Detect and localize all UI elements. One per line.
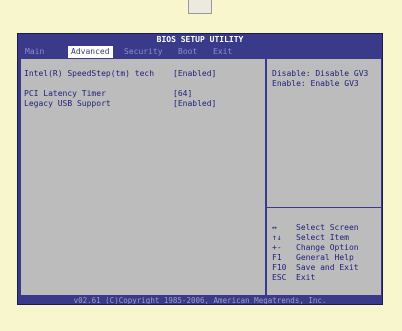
bios-title: BIOS SETUP UTILITY (156, 35, 244, 44)
menu-tab-main[interactable]: Main (22, 46, 47, 58)
menu-tab-exit[interactable]: Exit (210, 46, 235, 58)
help-text-line: Enable: Enable GV3 (272, 79, 359, 88)
key-hint-key: F1 (272, 253, 282, 262)
setting-row-speedstep[interactable]: Intel(R) SpeedStep(tm) tech [Enabled] (24, 69, 262, 79)
setting-row-pci-latency[interactable]: PCI Latency Timer [64] (24, 89, 262, 99)
key-hint-key: +- (272, 243, 282, 252)
window-tab-notch (188, 0, 212, 14)
key-hint-desc: Select Item (296, 233, 349, 242)
setting-value[interactable]: [Enabled] (173, 69, 216, 79)
menu-tab-advanced[interactable]: Advanced (68, 46, 113, 58)
arrows-left-right-icon: ↔ (272, 223, 277, 232)
help-divider (267, 207, 381, 208)
help-text-line: Disable: Disable GV3 (272, 69, 369, 78)
setting-label: Legacy USB Support (24, 99, 111, 108)
menu-tab-boot[interactable]: Boot (175, 46, 200, 58)
arrows-up-down-icon: ↑↓ (272, 233, 282, 242)
setting-value[interactable]: [Enabled] (173, 99, 216, 109)
help-panel: Disable: Disable GV3 Enable: Enable GV3 … (266, 58, 382, 296)
menu-bar: Main Advanced Security Boot Exit (18, 46, 382, 58)
key-hint-desc: Select Screen (296, 223, 359, 232)
key-hint-desc: Exit (296, 273, 316, 282)
key-hint-row: ↑↓ Select Item (272, 233, 380, 243)
setting-label: Intel(R) SpeedStep(tm) tech (24, 69, 155, 78)
settings-panel: Intel(R) SpeedStep(tm) tech [Enabled] PC… (20, 58, 266, 296)
key-hint-desc: General Help (296, 253, 354, 262)
key-hint-key: ESC (272, 273, 287, 282)
key-hint-row: ↔ Select Screen (272, 223, 380, 233)
bios-setup-screen: BIOS SETUP UTILITY Main Advanced Securit… (17, 33, 383, 305)
key-hint-desc: Save and Exit (296, 263, 359, 272)
key-hint-key: F10 (272, 263, 287, 272)
setting-row-legacy-usb[interactable]: Legacy USB Support [Enabled] (24, 99, 262, 109)
key-hint-row: ESC Exit (272, 273, 380, 283)
key-hint-desc: Change Option (296, 243, 359, 252)
setting-value[interactable]: [64] (173, 89, 192, 99)
key-hint-row: +- Change Option (272, 243, 380, 253)
key-hint-row: F10 Save and Exit (272, 263, 380, 273)
key-hint-row: F1 General Help (272, 253, 380, 263)
menu-tab-security[interactable]: Security (121, 46, 166, 58)
copyright-footer: v02.61 (C)Copyright 1985-2006, American … (73, 296, 327, 305)
setting-label: PCI Latency Timer (24, 89, 106, 98)
